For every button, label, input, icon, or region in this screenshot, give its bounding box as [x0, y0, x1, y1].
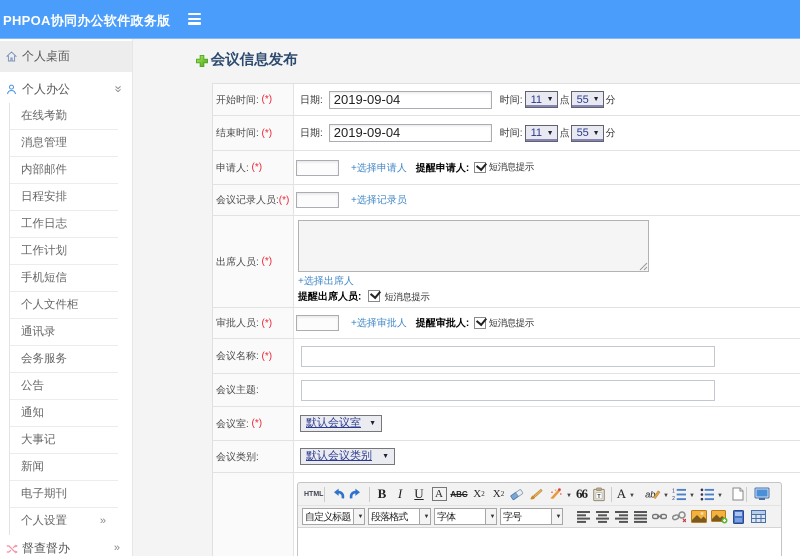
svg-text:1: 1 [672, 488, 675, 494]
svg-text:2: 2 [672, 496, 675, 501]
